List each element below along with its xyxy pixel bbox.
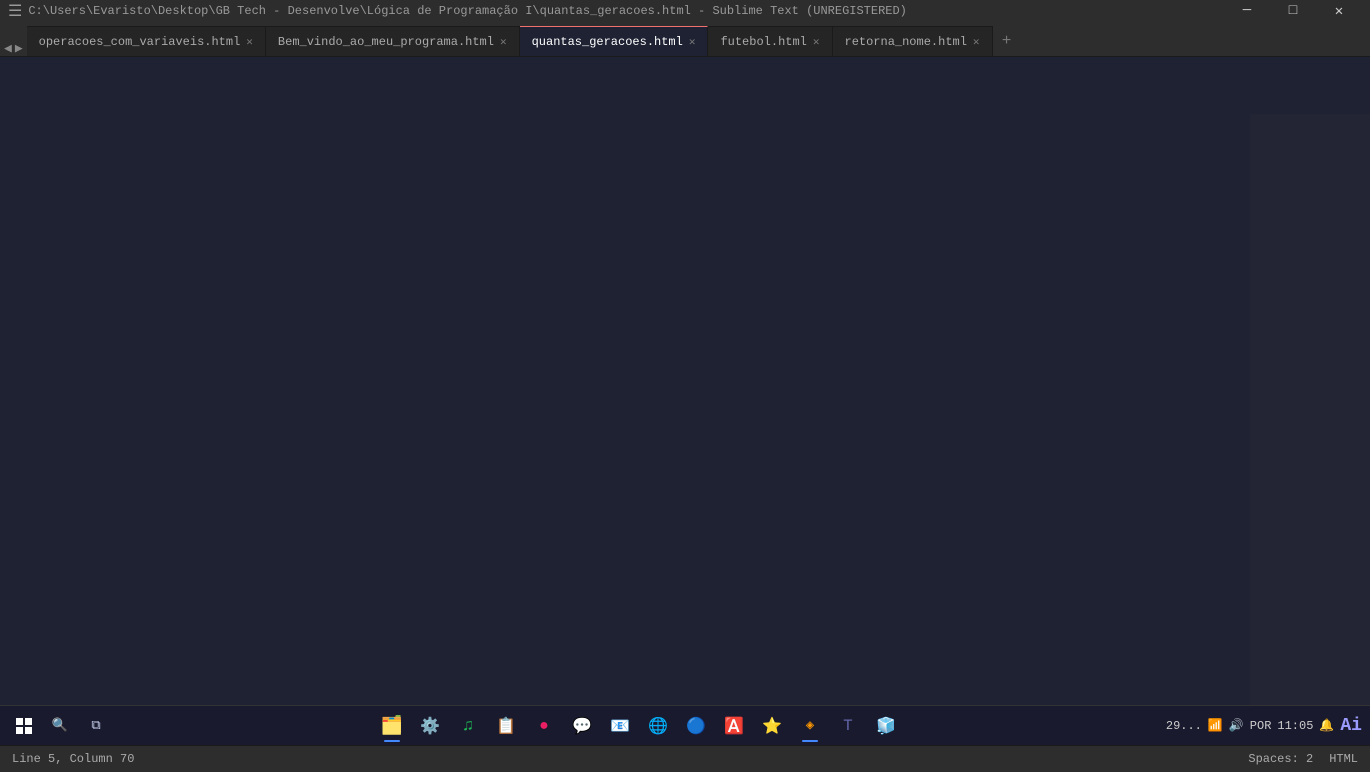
taskbar-app-7[interactable]: 🧊 [868, 708, 904, 744]
editor-container [0, 57, 1370, 745]
battery-indicator: 29... [1166, 719, 1202, 733]
tab-tab3[interactable]: quantas_geracoes.html ✕ [520, 26, 709, 56]
language-indicator[interactable]: POR [1250, 719, 1272, 733]
search-button[interactable]: 🔍 [44, 710, 76, 742]
tab-tab4[interactable]: futebol.html ✕ [708, 26, 832, 56]
taskbar-app-sublime[interactable]: ◈ [792, 708, 828, 744]
taskbar-app-4[interactable]: 📧 [602, 708, 638, 744]
taskbar-app-6[interactable]: ⭐ [754, 708, 790, 744]
tab-label: quantas_geracoes.html [532, 35, 683, 49]
windows-start-button[interactable] [8, 710, 40, 742]
titlebar-left: ☰ C:\Users\Evaristo\Desktop\GB Tech - De… [8, 1, 907, 21]
taskbar-app-settings[interactable]: ⚙️ [412, 708, 448, 744]
tab-close-icon[interactable]: ✕ [500, 35, 507, 49]
line-numbers [4, 57, 44, 745]
close-button[interactable]: ✕ [1316, 0, 1362, 22]
tab-label: Bem_vindo_ao_meu_programa.html [278, 35, 494, 49]
task-view-button[interactable]: ⧉ [80, 710, 112, 742]
tab-close-icon[interactable]: ✕ [246, 35, 253, 49]
taskbar-app-2[interactable]: ● [526, 708, 562, 744]
new-tab-button[interactable]: + [993, 26, 1021, 56]
tabs-container: operacoes_com_variaveis.html✕Bem_vindo_a… [27, 26, 993, 56]
tab-tab1[interactable]: operacoes_com_variaveis.html ✕ [27, 26, 266, 56]
taskbar-app-teams[interactable]: T [830, 708, 866, 744]
titlebar-controls: ─ □ ✕ [1224, 0, 1362, 22]
tab-label: futebol.html [720, 35, 806, 49]
tab-label: retorna_nome.html [845, 35, 967, 49]
tab-prev-icon[interactable]: ◀ [4, 41, 12, 56]
taskbar-app-edge[interactable]: 🌐 [640, 708, 676, 744]
taskbar-app-explorer[interactable]: 🗂️ [374, 708, 410, 744]
taskbar-right: 29... 📶 🔊 POR 11:05 🔔 Ai [1166, 716, 1362, 736]
tab-close-icon[interactable]: ✕ [689, 35, 696, 49]
taskbar-app-3[interactable]: 💬 [564, 708, 600, 744]
tab-nav[interactable]: ◀ ▶ [0, 41, 27, 56]
titlebar: ☰ C:\Users\Evaristo\Desktop\GB Tech - De… [0, 0, 1370, 22]
app-menu-icon[interactable]: ☰ [8, 1, 22, 21]
tab-close-icon[interactable]: ✕ [813, 35, 820, 49]
tab-close-icon[interactable]: ✕ [973, 35, 980, 49]
taskbar-app-1[interactable]: 📋 [488, 708, 524, 744]
minimize-button[interactable]: ─ [1224, 0, 1270, 22]
ai-label: Ai [1340, 716, 1362, 736]
clock[interactable]: 11:05 [1277, 719, 1313, 733]
fold-gutter [44, 57, 60, 745]
code-editor[interactable] [60, 57, 1370, 745]
taskbar-center: 🗂️ ⚙️ ♫ 📋 ● 💬 📧 🌐 🔵 🅰️ ⭐ ◈ T 🧊 [374, 708, 904, 744]
statusbar-left: Line 5, Column 70 [12, 752, 134, 766]
maximize-button[interactable]: □ [1270, 0, 1316, 22]
statusbar-right: Spaces: 2 HTML [1248, 752, 1358, 766]
tab-label: operacoes_com_variaveis.html [39, 35, 241, 49]
tab-tab5[interactable]: retorna_nome.html ✕ [833, 26, 993, 56]
notification-icon[interactable]: 🔔 [1319, 718, 1334, 733]
tab-next-icon[interactable]: ▶ [15, 41, 23, 56]
network-icon: 📶 [1208, 718, 1223, 733]
editor-wrapper [0, 57, 1370, 745]
cursor-position: Line 5, Column 70 [12, 752, 134, 766]
taskbar-app-5[interactable]: 🅰️ [716, 708, 752, 744]
tab-tab2[interactable]: Bem_vindo_ao_meu_programa.html ✕ [266, 26, 520, 56]
volume-icon: 🔊 [1229, 718, 1244, 733]
taskbar: 🔍 ⧉ 🗂️ ⚙️ ♫ 📋 ● 💬 📧 🌐 🔵 🅰️ ⭐ ◈ T 🧊 29...… [0, 705, 1370, 745]
taskbar-app-spotify[interactable]: ♫ [450, 708, 486, 744]
taskbar-app-chrome[interactable]: 🔵 [678, 708, 714, 744]
taskbar-left: 🔍 ⧉ [8, 710, 112, 742]
titlebar-title: C:\Users\Evaristo\Desktop\GB Tech - Dese… [28, 4, 907, 18]
minimap[interactable] [1250, 114, 1370, 745]
minimap-content [1250, 114, 1370, 745]
language-mode[interactable]: HTML [1329, 752, 1358, 766]
statusbar: Line 5, Column 70 Spaces: 2 HTML [0, 745, 1370, 772]
indentation-setting[interactable]: Spaces: 2 [1248, 752, 1313, 766]
tabbar: ◀ ▶ operacoes_com_variaveis.html✕Bem_vin… [0, 22, 1370, 57]
